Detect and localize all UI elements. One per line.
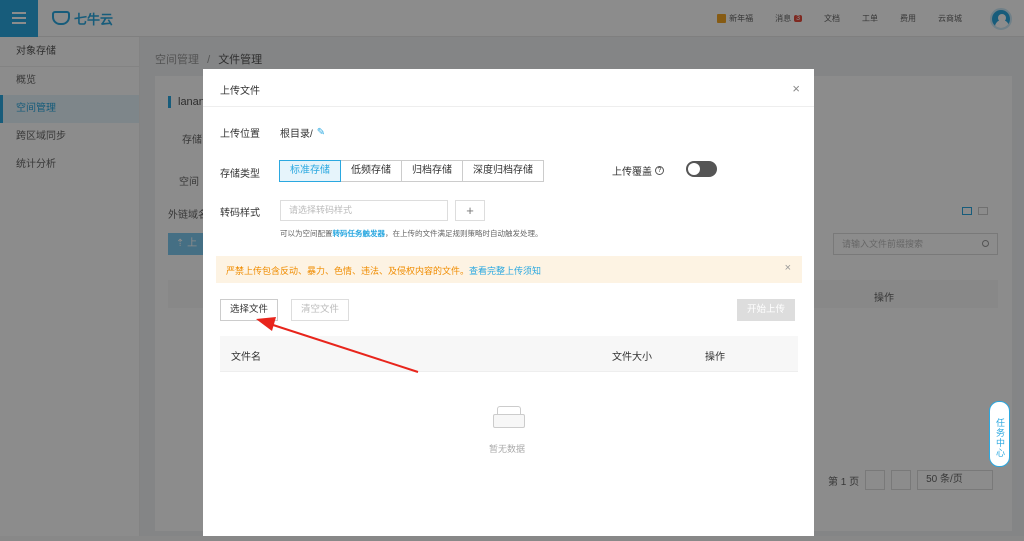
close-icon[interactable]: × bbox=[792, 81, 800, 96]
empty-state-text: 暂无数据 bbox=[489, 444, 526, 454]
location-path: 根目录/ bbox=[280, 129, 313, 140]
add-transcode-button[interactable]: + bbox=[455, 200, 485, 221]
col-file-size: 文件大小 bbox=[612, 352, 652, 363]
storage-type-label: 存储类型 bbox=[220, 169, 260, 180]
upload-terms-link[interactable]: 查看完整上传须知 bbox=[469, 266, 541, 276]
overwrite-label: 上传覆盖 ? bbox=[612, 163, 664, 178]
storage-type-standard[interactable]: 标准存储 bbox=[279, 160, 341, 182]
notice-text: 严禁上传包含反动、暴力、色情、违法、及侵权内容的文件。查看完整上传须知 bbox=[226, 264, 541, 277]
dialog-title: 上传文件 bbox=[220, 86, 260, 97]
transcode-trigger-link[interactable]: 转码任务触发器 bbox=[333, 229, 386, 238]
edit-icon[interactable]: ✎ bbox=[317, 127, 325, 138]
upload-notice: 严禁上传包含反动、暴力、色情、违法、及侵权内容的文件。查看完整上传须知 × bbox=[216, 256, 802, 283]
file-table-header: 文件名 文件大小 操作 bbox=[220, 336, 798, 372]
notice-close-icon[interactable]: × bbox=[785, 262, 791, 274]
transcode-select[interactable]: 请选择转码样式 bbox=[280, 200, 448, 221]
select-file-button[interactable]: 选择文件 bbox=[220, 299, 279, 321]
storage-type-selector: 标准存储 低频存储 归档存储 深度归档存储 bbox=[279, 160, 544, 182]
col-operation: 操作 bbox=[705, 352, 725, 363]
empty-inbox-icon bbox=[491, 404, 527, 430]
clear-files-button[interactable]: 清空文件 bbox=[291, 299, 350, 321]
toggle-knob bbox=[688, 163, 700, 175]
location-value: 根目录/ ✎ bbox=[280, 125, 325, 140]
start-upload-button[interactable]: 开始上传 bbox=[737, 299, 796, 321]
notice-message: 严禁上传包含反动、暴力、色情、违法、及侵权内容的文件。 bbox=[226, 266, 470, 276]
transcode-hint: 可以为空间配置转码任务触发器，在上传的文件满足规则策略时自动触发处理。 bbox=[280, 228, 543, 239]
hint-prefix: 可以为空间配置 bbox=[280, 229, 333, 238]
task-center-button[interactable]: 任务中心 bbox=[989, 401, 1010, 467]
storage-type-infrequent[interactable]: 低频存储 bbox=[340, 160, 402, 182]
dialog-header: 上传文件 × bbox=[203, 69, 814, 107]
upload-dialog: 上传文件 × 上传位置 根目录/ ✎ 存储类型 标准存储 低频存储 归档存储 深… bbox=[203, 69, 814, 541]
help-icon[interactable]: ? bbox=[655, 166, 664, 175]
bottom-scrollbar[interactable] bbox=[0, 536, 1024, 541]
hint-suffix: ，在上传的文件满足规则策略时自动触发处理。 bbox=[385, 229, 543, 238]
overwrite-text: 上传覆盖 bbox=[612, 167, 652, 178]
location-label: 上传位置 bbox=[220, 129, 260, 140]
transcode-label: 转码样式 bbox=[220, 208, 260, 219]
col-file-name: 文件名 bbox=[231, 352, 261, 363]
overwrite-toggle[interactable] bbox=[686, 161, 717, 177]
storage-type-deep-archive[interactable]: 深度归档存储 bbox=[462, 160, 544, 182]
storage-type-archive[interactable]: 归档存储 bbox=[401, 160, 463, 182]
